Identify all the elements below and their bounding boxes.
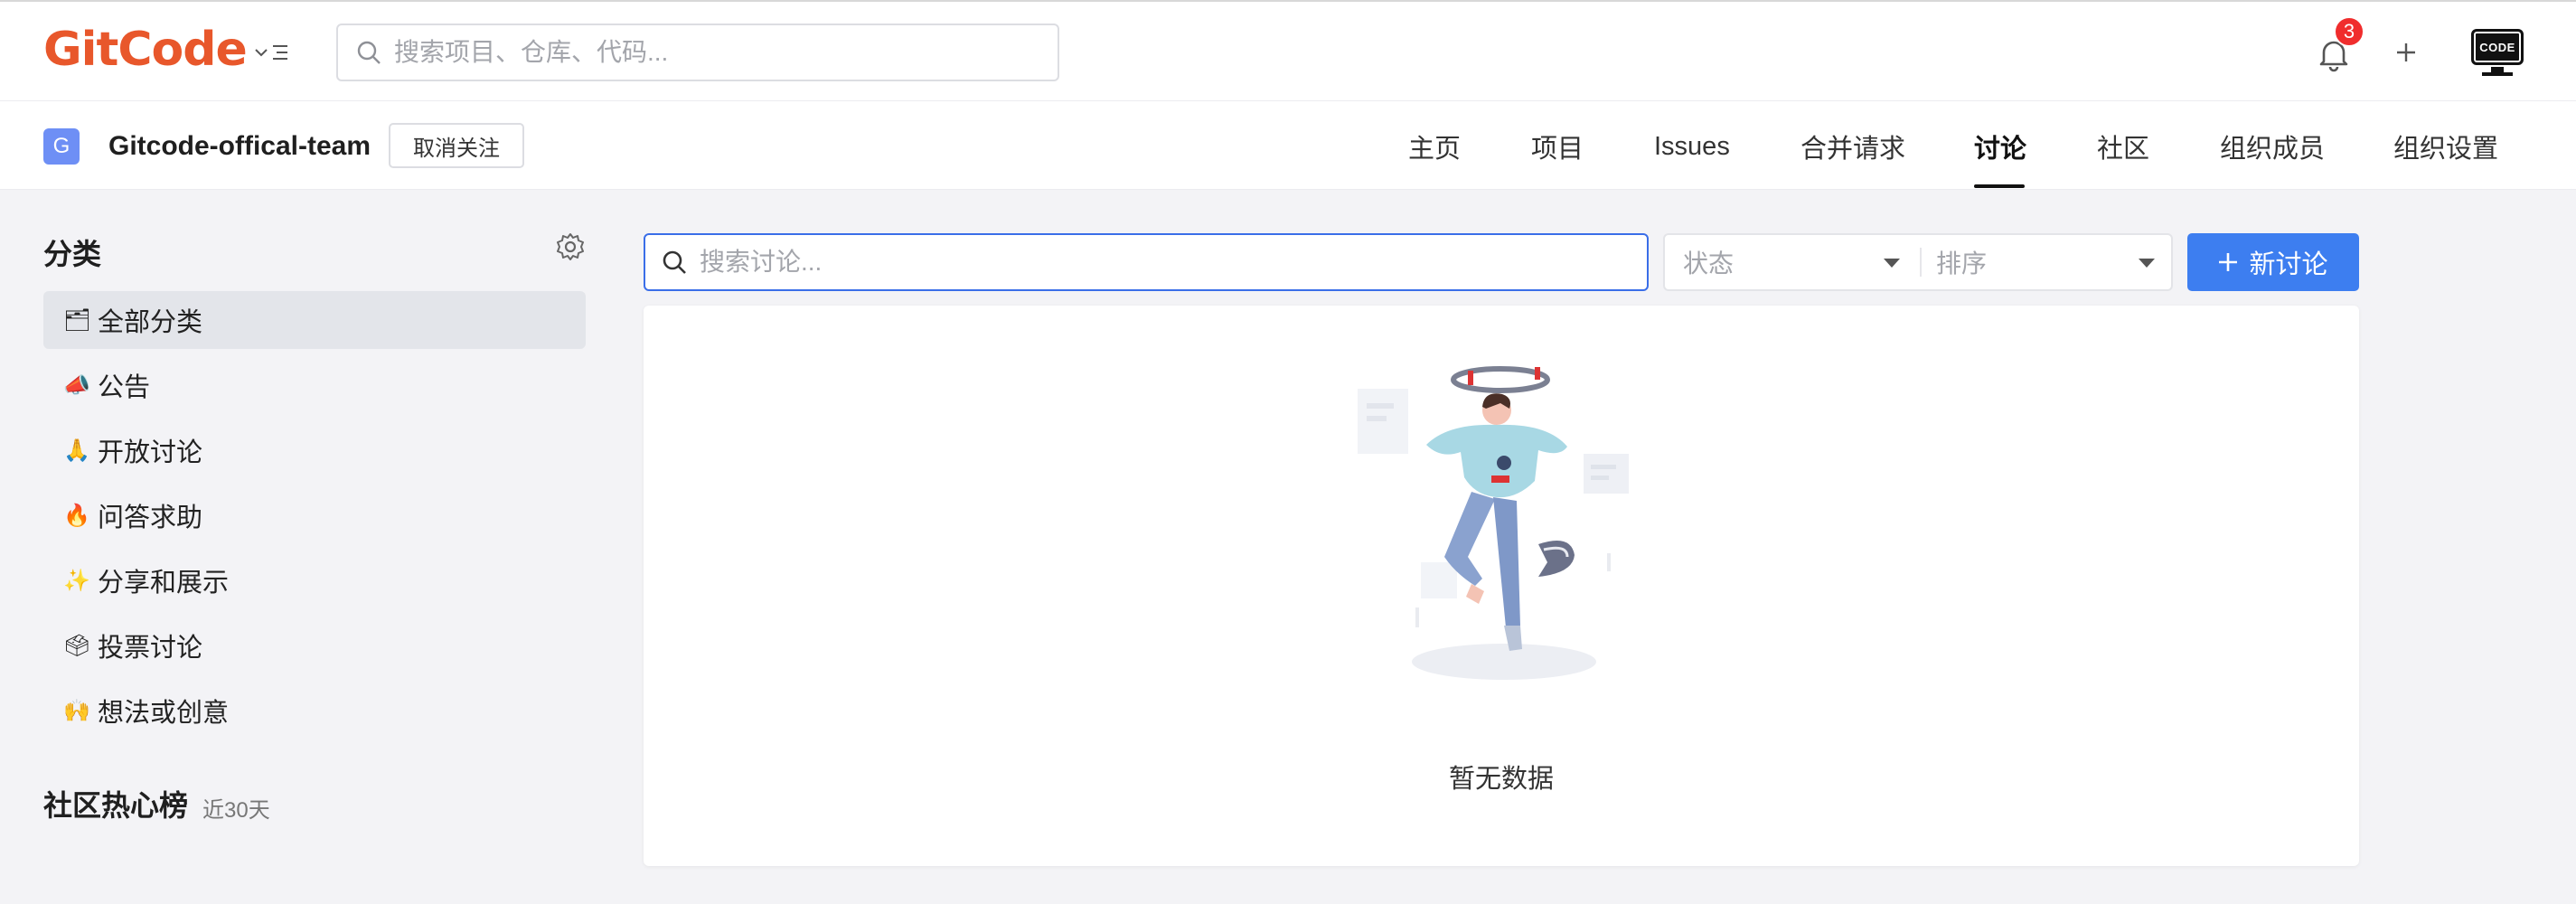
pray-hands-icon: 🙏: [63, 438, 90, 463]
category-label: 想法或创意: [98, 699, 230, 728]
tab-org-settings[interactable]: 组织设置: [2393, 123, 2498, 170]
category-label: 全部分类: [98, 308, 203, 337]
tab-org-members[interactable]: 组织成员: [2220, 123, 2325, 170]
global-search-input[interactable]: [394, 25, 1058, 80]
category-polls[interactable]: 🗳 投票讨论: [43, 617, 586, 674]
category-all[interactable]: 🗂 全部分类: [43, 291, 586, 349]
avatar-label: CODE: [2471, 29, 2524, 65]
chevron-down-icon: [255, 49, 268, 57]
org-name[interactable]: Gitcode-offical-team: [108, 128, 371, 165]
leaderboard-period: 近30天: [202, 798, 270, 823]
gitcode-logo[interactable]: GitCode: [43, 18, 248, 81]
category-open-discussion[interactable]: 🙏 开放讨论: [43, 421, 586, 479]
category-label: 分享和展示: [98, 569, 230, 598]
plus-icon: [2397, 43, 2415, 61]
category-title: 分类: [43, 238, 102, 270]
active-tab-indicator: [1974, 184, 2025, 188]
fire-icon: 🔥: [63, 503, 90, 528]
gear-icon[interactable]: [555, 231, 586, 262]
tab-home[interactable]: 主页: [1408, 123, 1461, 170]
empty-state-text: 暂无数据: [1448, 765, 1554, 794]
plus-icon: [2219, 253, 2238, 271]
folder-icon: 🗂: [63, 307, 91, 333]
discussion-search-box[interactable]: [644, 233, 1649, 291]
unfollow-button[interactable]: 取消关注: [389, 123, 524, 168]
sparkles-icon: ✨: [63, 568, 90, 593]
sort-placeholder: 排序: [1936, 250, 1988, 278]
tab-community[interactable]: 社区: [2097, 123, 2149, 170]
tab-projects[interactable]: 项目: [1531, 123, 1584, 170]
sort-select[interactable]: 排序: [1936, 235, 2162, 289]
category-label: 公告: [98, 373, 151, 402]
filter-divider: [1920, 248, 1922, 277]
org-header: G Gitcode-offical-team 取消关注 主页 项目 Issues…: [0, 101, 2576, 190]
filter-group: 状态 排序: [1663, 233, 2173, 291]
status-select[interactable]: 状态: [1683, 235, 1909, 289]
megaphone-icon: 📣: [63, 372, 90, 398]
tab-discussions[interactable]: 讨论: [1974, 123, 2026, 170]
new-discussion-button[interactable]: 新讨论: [2187, 233, 2359, 291]
menu-toggle-button[interactable]: [251, 34, 293, 71]
community-leaderboard-title: 社区热心榜: [43, 789, 189, 822]
empty-state-illustration: [1358, 366, 1629, 680]
discussion-search-input[interactable]: [700, 235, 1647, 289]
search-icon: [357, 41, 381, 64]
menu-icon: [273, 45, 287, 60]
org-avatar[interactable]: G: [43, 128, 80, 165]
category-ideas[interactable]: 🙌 想法或创意: [43, 682, 586, 739]
tab-merge-requests[interactable]: 合并请求: [1800, 123, 1905, 170]
category-qa[interactable]: 🔥 问答求助: [43, 486, 586, 544]
notification-count-badge: 3: [2334, 16, 2364, 47]
create-plus-button[interactable]: [2386, 33, 2426, 72]
new-discussion-label: 新讨论: [2249, 250, 2328, 279]
status-placeholder: 状态: [1683, 250, 1735, 278]
category-label: 投票讨论: [98, 634, 203, 663]
raised-hands-icon: 🙌: [63, 698, 90, 723]
category-show-and-tell[interactable]: ✨ 分享和展示: [43, 551, 586, 609]
tab-issues[interactable]: Issues: [1654, 123, 1730, 170]
category-announcements[interactable]: 📣 公告: [43, 356, 586, 414]
ballot-box-icon: 🗳: [63, 633, 91, 658]
search-icon: [663, 250, 686, 274]
category-label: 问答求助: [98, 504, 203, 532]
discussion-list-card: 暂无数据: [644, 306, 2359, 866]
caret-down-icon: [2139, 259, 2155, 268]
top-navbar: GitCode 3 CODE: [0, 0, 2576, 101]
user-avatar[interactable]: CODE: [2469, 27, 2525, 78]
category-label: 开放讨论: [98, 438, 203, 467]
caret-down-icon: [1884, 259, 1900, 268]
logo-text: GitCode: [43, 23, 248, 77]
global-search-box[interactable]: [336, 24, 1059, 81]
